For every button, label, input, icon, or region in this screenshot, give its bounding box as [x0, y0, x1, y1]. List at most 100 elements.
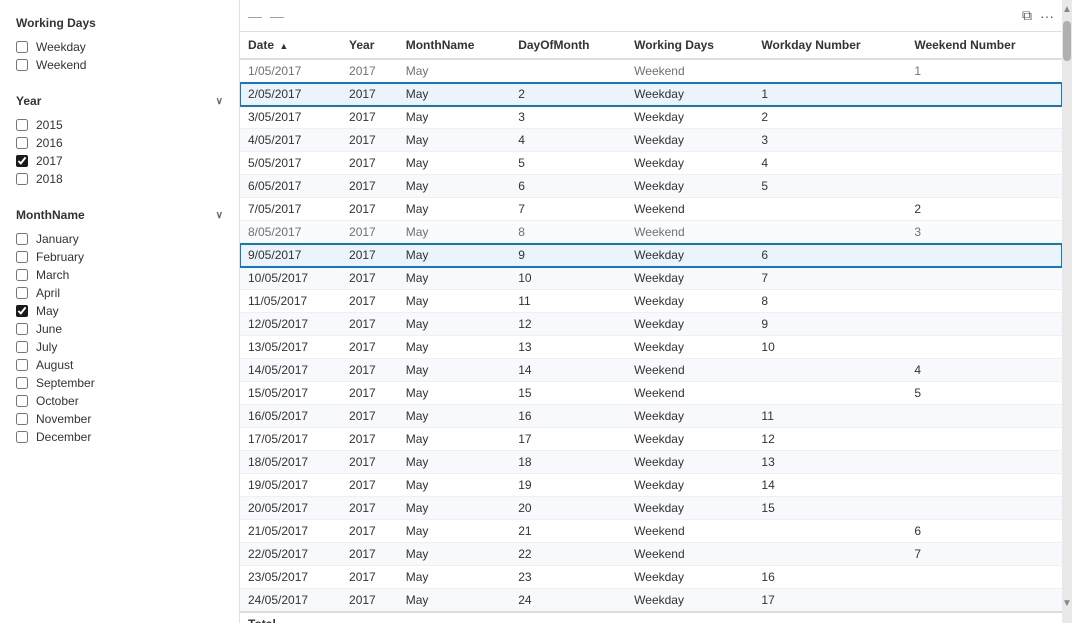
cell-wd-type: Weekday [626, 175, 753, 198]
table-row[interactable]: 1/05/20172017MayWeekend1 [240, 59, 1062, 83]
col-monthname[interactable]: MonthName [398, 32, 510, 59]
col-weekend-number[interactable]: Weekend Number [906, 32, 1062, 59]
table-row[interactable]: 21/05/20172017May21Weekend6 [240, 520, 1062, 543]
filter-item-working days-weekend[interactable]: Weekend [16, 56, 223, 74]
filter-item-monthname-november[interactable]: November [16, 410, 223, 428]
filter-item-year-2016[interactable]: 2016 [16, 134, 223, 152]
cell-dom: 9 [510, 244, 626, 267]
more-options-icon[interactable]: ··· [1040, 8, 1054, 24]
table-row[interactable]: 8/05/20172017May8Weekend3 [240, 221, 1062, 244]
filter-title-year[interactable]: Year∨ [16, 94, 223, 108]
table-row[interactable]: 23/05/20172017May23Weekday16 [240, 566, 1062, 589]
scroll-up-arrow[interactable]: ▲ [1062, 0, 1072, 19]
cell-date: 24/05/2017 [240, 589, 341, 613]
checkbox-monthname-september[interactable] [16, 377, 28, 389]
filter-item-monthname-august[interactable]: August [16, 356, 223, 374]
table-row[interactable]: 24/05/20172017May24Weekday17 [240, 589, 1062, 613]
table-row[interactable]: 12/05/20172017May12Weekday9 [240, 313, 1062, 336]
filter-item-monthname-february[interactable]: February [16, 248, 223, 266]
cell-wn: 14 [753, 474, 906, 497]
col-date[interactable]: Date ▲ [240, 32, 341, 59]
cell-month: May [398, 520, 510, 543]
cell-wd-type: Weekday [626, 451, 753, 474]
filter-item-year-2017[interactable]: 2017 [16, 152, 223, 170]
table-row[interactable]: 22/05/20172017May22Weekend7 [240, 543, 1062, 566]
filter-item-working days-weekday[interactable]: Weekday [16, 38, 223, 56]
cell-date: 23/05/2017 [240, 566, 341, 589]
cell-wd-type: Weekday [626, 428, 753, 451]
checkbox-year-2018[interactable] [16, 173, 28, 185]
filter-title-monthname[interactable]: MonthName∨ [16, 208, 223, 222]
table-row[interactable]: 19/05/20172017May19Weekday14 [240, 474, 1062, 497]
window-icon[interactable]: ⧉ [1022, 7, 1032, 24]
checkbox-monthname-march[interactable] [16, 269, 28, 281]
cell-wn: 1 [753, 83, 906, 106]
cell-wd-type: Weekday [626, 290, 753, 313]
checkbox-monthname-july[interactable] [16, 341, 28, 353]
table-row[interactable]: 4/05/20172017May4Weekday3 [240, 129, 1062, 152]
filter-item-monthname-july[interactable]: July [16, 338, 223, 356]
checkbox-year-2017[interactable] [16, 155, 28, 167]
checkbox-monthname-may[interactable] [16, 305, 28, 317]
table-row[interactable]: 16/05/20172017May16Weekday11 [240, 405, 1062, 428]
col-year[interactable]: Year [341, 32, 398, 59]
checkbox-year-2016[interactable] [16, 137, 28, 149]
filter-item-monthname-june[interactable]: June [16, 320, 223, 338]
checkbox-monthname-december[interactable] [16, 431, 28, 443]
filter-title-working days: Working Days [16, 16, 223, 30]
table-row[interactable]: 20/05/20172017May20Weekday15 [240, 497, 1062, 520]
filter-item-monthname-december[interactable]: December [16, 428, 223, 446]
table-row[interactable]: 7/05/20172017May7Weekend2 [240, 198, 1062, 221]
cell-wn: 15 [753, 497, 906, 520]
table-row[interactable]: 9/05/20172017May9Weekday6 [240, 244, 1062, 267]
table-row[interactable]: 3/05/20172017May3Weekday2 [240, 106, 1062, 129]
table-row[interactable]: 11/05/20172017May11Weekday8 [240, 290, 1062, 313]
cell-year: 2017 [341, 221, 398, 244]
filter-item-monthname-may[interactable]: May [16, 302, 223, 320]
checkbox-monthname-august[interactable] [16, 359, 28, 371]
cell-dom: 21 [510, 520, 626, 543]
filter-item-monthname-october[interactable]: October [16, 392, 223, 410]
label-august: August [36, 358, 73, 372]
checkbox-monthname-october[interactable] [16, 395, 28, 407]
checkbox-working days-weekend[interactable] [16, 59, 28, 71]
checkbox-year-2015[interactable] [16, 119, 28, 131]
table-row[interactable]: 14/05/20172017May14Weekend4 [240, 359, 1062, 382]
filter-item-year-2018[interactable]: 2018 [16, 170, 223, 188]
table-row[interactable]: 15/05/20172017May15Weekend5 [240, 382, 1062, 405]
table-row[interactable]: 17/05/20172017May17Weekday12 [240, 428, 1062, 451]
table-row[interactable]: 2/05/20172017May2Weekday1 [240, 83, 1062, 106]
cell-month: May [398, 336, 510, 359]
table-row[interactable]: 18/05/20172017May18Weekday13 [240, 451, 1062, 474]
col-working-days[interactable]: Working Days [626, 32, 753, 59]
col-dayofmonth[interactable]: DayOfMonth [510, 32, 626, 59]
checkbox-monthname-january[interactable] [16, 233, 28, 245]
checkbox-monthname-february[interactable] [16, 251, 28, 263]
cell-wd-type: Weekday [626, 405, 753, 428]
filter-item-monthname-september[interactable]: September [16, 374, 223, 392]
filter-item-monthname-april[interactable]: April [16, 284, 223, 302]
cell-dom: 6 [510, 175, 626, 198]
checkbox-monthname-april[interactable] [16, 287, 28, 299]
cell-year: 2017 [341, 382, 398, 405]
cell-month: May [398, 59, 510, 83]
cell-month: May [398, 129, 510, 152]
label-july: July [36, 340, 57, 354]
checkbox-monthname-june[interactable] [16, 323, 28, 335]
table-row[interactable]: 5/05/20172017May5Weekday4 [240, 152, 1062, 175]
filter-item-monthname-march[interactable]: March [16, 266, 223, 284]
table-row[interactable]: 6/05/20172017May6Weekday5 [240, 175, 1062, 198]
scroll-down-arrow[interactable]: ▼ [1062, 594, 1072, 613]
cell-wn: 7 [753, 267, 906, 290]
scroll-thumb[interactable] [1063, 21, 1071, 61]
cell-wen [906, 83, 1062, 106]
checkbox-monthname-november[interactable] [16, 413, 28, 425]
right-scrollbar[interactable]: ▲ ▼ [1062, 0, 1072, 623]
cell-year: 2017 [341, 106, 398, 129]
filter-item-monthname-january[interactable]: January [16, 230, 223, 248]
table-row[interactable]: 13/05/20172017May13Weekday10 [240, 336, 1062, 359]
col-workday-number[interactable]: Workday Number [753, 32, 906, 59]
table-row[interactable]: 10/05/20172017May10Weekday7 [240, 267, 1062, 290]
filter-item-year-2015[interactable]: 2015 [16, 116, 223, 134]
checkbox-working days-weekday[interactable] [16, 41, 28, 53]
